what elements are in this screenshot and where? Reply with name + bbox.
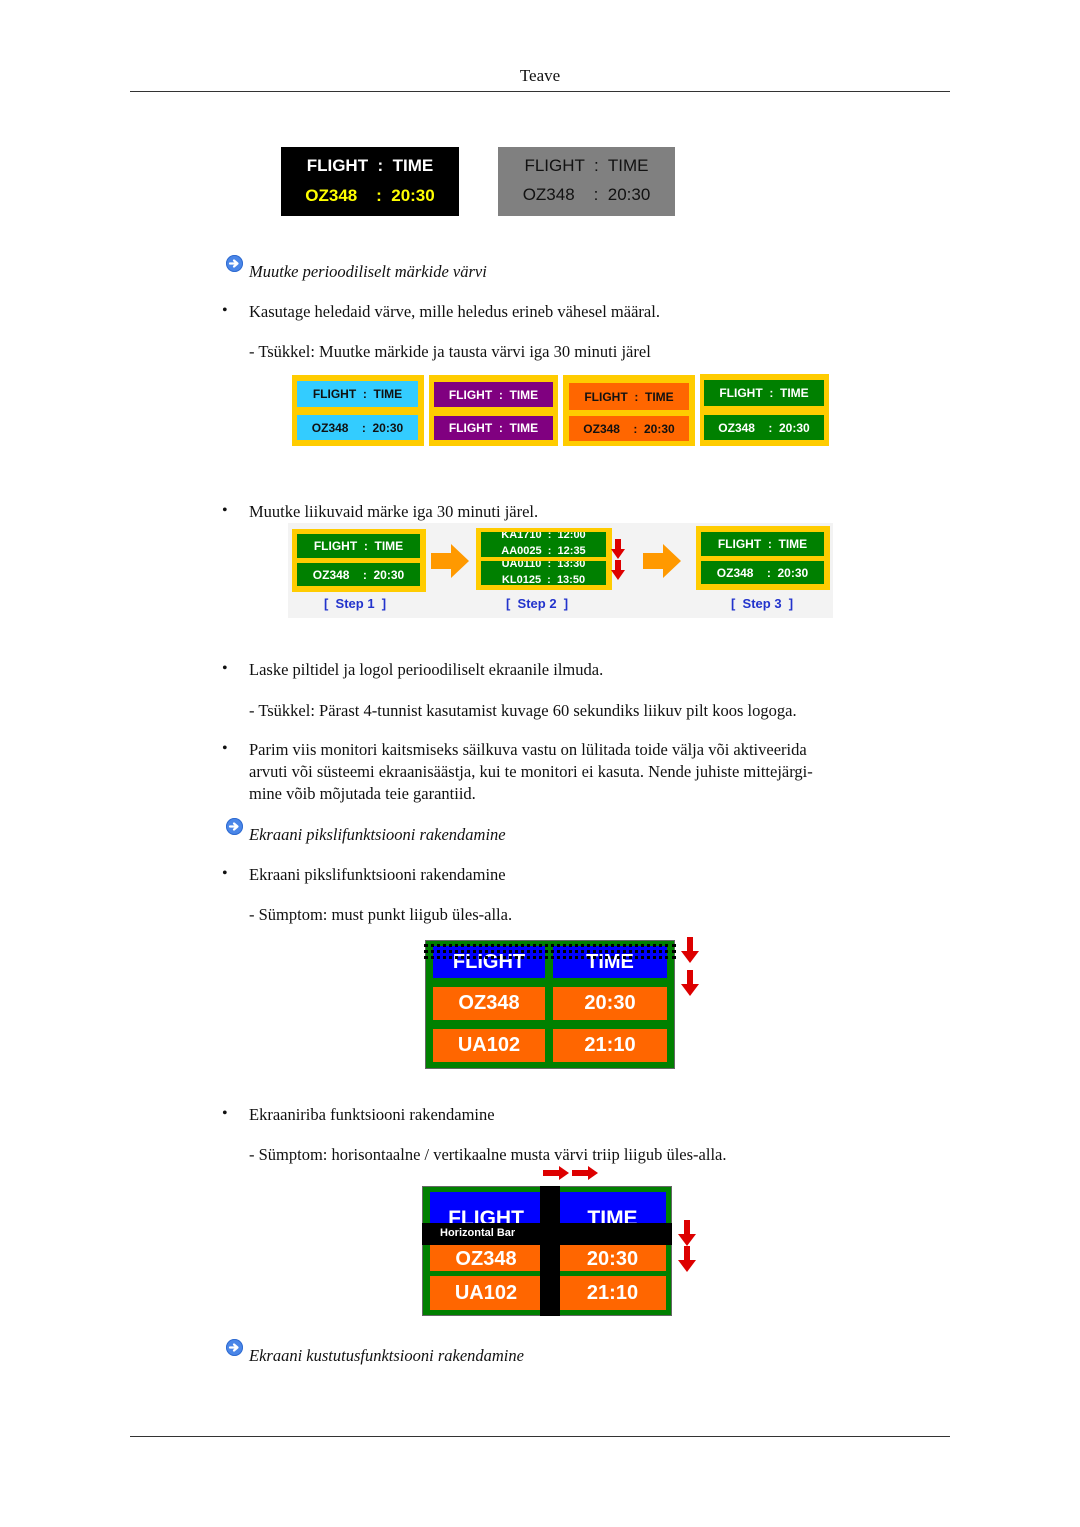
- board-line-1: FLIGHT : TIME: [569, 383, 689, 410]
- bullet-icon: •: [222, 502, 228, 519]
- arrow-right-circle-icon: [226, 818, 243, 835]
- time-cell: 20:30: [553, 987, 667, 1020]
- screen-bar-board: FLIGHT TIME OZ348 20:30 UA102 21:10 Hori…: [422, 1186, 672, 1316]
- board-line-1: FLIGHT : TIME: [297, 381, 418, 407]
- color-board-cyan: FLIGHT : TIME OZ348 : 20:30: [292, 375, 424, 446]
- arrow-right-icon: [643, 544, 681, 578]
- bullet-text: Laske piltidel ja logol perioodiliselt e…: [249, 660, 604, 679]
- bullet-icon: •: [222, 302, 228, 319]
- arrow-down-red-icon: [678, 1220, 696, 1246]
- board-line-1: FLIGHT : TIME: [306, 156, 434, 175]
- arrow-down-red-icon: [611, 539, 625, 559]
- board-line-2: OZ348 : 20:30: [297, 415, 418, 440]
- board-line-1: KA1710 : 12:00 AA0025 : 12:35: [481, 532, 606, 557]
- arrow-right-icon: [431, 544, 469, 578]
- color-board-orange: FLIGHT : TIME OZ348 : 20:30: [563, 375, 695, 446]
- flight-board-gray: FLIGHT : TIME OZ348 : 20:30: [498, 147, 675, 216]
- page-header-title: Teave: [519, 66, 561, 85]
- board-line-2: OZ348 : 20:30: [704, 415, 824, 440]
- bullet-text-line: arvuti või süsteemi ekraanisäästja, kui …: [249, 762, 813, 781]
- section-heading-pixel-function: Ekraani pikslifunktsiooni rakendamine: [249, 825, 506, 844]
- section-heading-change-colors: Muutke perioodiliselt märkide värvi: [249, 262, 487, 281]
- bullet-text-line: mine võib mõjutada teie garantiid.: [249, 784, 476, 803]
- sub-text: - Tsükkel: Pärast 4-tunnist kasutamist k…: [249, 701, 797, 720]
- board-line-1: FLIGHT : TIME: [701, 532, 824, 556]
- arrow-down-red-icon: [678, 1246, 696, 1272]
- arrow-down-red-icon: [681, 937, 699, 963]
- step-3-label: [ Step 3 ]: [731, 596, 794, 611]
- flight-cell: UA102: [433, 1029, 545, 1062]
- bullet-icon: •: [222, 865, 228, 882]
- pixel-function-board: FLIGHT TIME OZ348 20:30 UA102 21:10: [424, 940, 676, 1069]
- scrolling-text: KL0125 : 13:50: [501, 574, 586, 585]
- arrow-right-red-icon: [543, 1166, 569, 1180]
- moving-characters-figure: FLIGHT : TIME OZ348 : 20:30 [ Step 1 ] K…: [288, 523, 833, 618]
- bullet-text: Muutke liikuvaid märke iga 30 minuti jär…: [249, 502, 539, 521]
- bullet-text: Ekraani pikslifunktsiooni rakendamine: [249, 865, 506, 884]
- horizontal-bar-label: Horizontal Bar: [440, 1227, 516, 1239]
- board-line-1: FLIGHT : TIME: [434, 382, 553, 407]
- pixel-dot-row: [424, 944, 676, 947]
- step-1-board: FLIGHT : TIME OZ348 : 20:30: [292, 529, 426, 592]
- bullet-icon: •: [222, 1105, 228, 1122]
- vertical-black-bar: [540, 1186, 560, 1316]
- step-2-board: KA1710 : 12:00 AA0025 : 12:35 UA0110 : 1…: [476, 528, 612, 590]
- flight-cell: OZ348: [433, 987, 545, 1020]
- board-line-2: FLIGHT : TIME: [434, 416, 553, 440]
- flight-cell: UA102: [430, 1276, 542, 1310]
- color-board-green: FLIGHT : TIME OZ348 : 20:30: [700, 374, 829, 446]
- footer-rule: [130, 1436, 950, 1437]
- arrow-down-red-icon: [611, 560, 625, 580]
- bullet-icon: •: [222, 660, 228, 677]
- board-line-1: FLIGHT : TIME: [524, 156, 649, 175]
- board-line-2: UA0110 : 13:30 KL0125 : 13:50: [481, 561, 606, 585]
- board-line-2: OZ348 : 20:30: [701, 561, 824, 584]
- header-rule: [130, 91, 950, 92]
- pixel-dot-row: [424, 956, 676, 959]
- arrow-right-red-icon: [572, 1166, 598, 1180]
- board-line-2: OZ348 : 20:30: [297, 563, 420, 586]
- board-line-2: OZ348 : 20:30: [522, 185, 651, 204]
- bullet-text-line: Parim viis monitori kaitsmiseks säilkuva…: [249, 740, 807, 759]
- horizontal-black-bar: Horizontal Bar: [422, 1223, 672, 1245]
- scrolling-text: AA0025 : 12:35: [501, 545, 586, 557]
- color-board-purple: FLIGHT : TIME FLIGHT : TIME: [429, 375, 558, 446]
- step-2-label: [ Step 2 ]: [506, 596, 569, 611]
- time-cell: 20:30: [559, 1243, 666, 1271]
- board-line-1: FLIGHT : TIME: [297, 534, 420, 558]
- sub-text: - Sümptom: horisontaalne / vertikaalne m…: [249, 1145, 727, 1164]
- board-line-2: OZ348 : 20:30: [305, 186, 435, 205]
- arrow-down-red-icon: [681, 970, 699, 996]
- step-1-label: [ Step 1 ]: [324, 596, 387, 611]
- pixel-dot-row: [424, 950, 676, 953]
- sub-text: - Tsükkel: Muutke märkide ja tausta värv…: [249, 342, 651, 361]
- bullet-text: Ekraaniriba funktsiooni rakendamine: [249, 1105, 495, 1124]
- time-cell: 21:10: [553, 1029, 667, 1062]
- flight-board-black: FLIGHT : TIME OZ348 : 20:30: [281, 147, 459, 216]
- section-heading-erase-function: Ekraani kustutusfunktsiooni rakendamine: [249, 1346, 524, 1365]
- flight-cell: OZ348: [430, 1243, 542, 1271]
- bullet-text: Kasutage heledaid värve, mille heledus e…: [249, 302, 660, 321]
- board-line-2: OZ348 : 20:30: [569, 416, 689, 441]
- board-line-1: FLIGHT : TIME: [704, 380, 824, 406]
- arrow-right-circle-icon: [226, 255, 243, 272]
- time-cell: 21:10: [559, 1276, 666, 1310]
- sub-text: - Sümptom: must punkt liigub üles-alla.: [249, 905, 513, 924]
- bullet-icon: •: [222, 740, 228, 757]
- step-3-board: FLIGHT : TIME OZ348 : 20:30: [696, 526, 830, 590]
- arrow-right-circle-icon: [226, 1339, 243, 1356]
